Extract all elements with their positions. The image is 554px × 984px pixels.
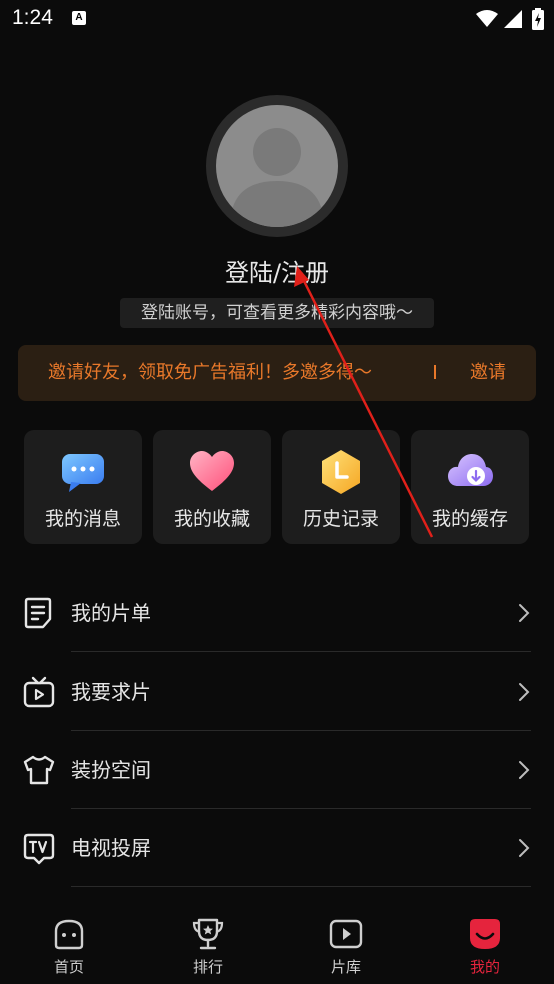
tv-cast-icon bbox=[23, 833, 55, 865]
heart-icon bbox=[190, 451, 234, 491]
menu-item-my-playlist[interactable]: 我的片单 bbox=[0, 574, 554, 652]
menu-label: 我的片单 bbox=[71, 601, 151, 625]
login-subtitle: 登陆账号，可查看更多精彩内容哦～ bbox=[120, 298, 434, 328]
signal-icon bbox=[504, 10, 522, 28]
default-user-icon bbox=[230, 128, 324, 227]
tab-mine[interactable]: 我的 bbox=[435, 906, 535, 984]
status-time: 1:24 bbox=[12, 6, 53, 29]
status-bar: 1:24 A bbox=[0, 0, 554, 38]
chevron-right-icon bbox=[519, 683, 530, 701]
tile-label: 历史记录 bbox=[302, 508, 379, 530]
trophy-icon bbox=[192, 918, 224, 950]
tab-home[interactable]: 首页 bbox=[19, 906, 119, 984]
mine-icon bbox=[470, 919, 500, 949]
menu-label: 我要求片 bbox=[71, 680, 151, 704]
login-register-link[interactable]: 登陆/注册 bbox=[0, 253, 554, 288]
cloud-download-icon bbox=[448, 454, 493, 486]
tile-my-cache[interactable]: 我的缓存 bbox=[411, 430, 529, 544]
menu-label: 装扮空间 bbox=[71, 758, 151, 782]
chevron-right-icon bbox=[519, 761, 530, 779]
menu-item-dress-space[interactable]: 装扮空间 bbox=[0, 731, 554, 809]
bottom-tab-bar: 首页 排行 片库 我的 bbox=[0, 906, 554, 984]
divider bbox=[71, 886, 531, 887]
tile-my-favorites[interactable]: 我的收藏 bbox=[153, 430, 271, 544]
menu-item-tv-cast[interactable]: 电视投屏 bbox=[0, 809, 554, 887]
play-library-icon bbox=[329, 919, 363, 949]
home-icon bbox=[54, 919, 84, 950]
invite-text: 邀请好友，领取免广告福利！多邀多得～ bbox=[48, 362, 372, 383]
tab-label: 我的 bbox=[469, 958, 500, 976]
menu-label: 电视投屏 bbox=[71, 836, 151, 860]
message-icon bbox=[62, 454, 104, 492]
tile-label: 我的缓存 bbox=[431, 508, 508, 530]
avatar[interactable] bbox=[216, 105, 338, 227]
tile-label: 我的消息 bbox=[44, 508, 121, 530]
invite-button[interactable]: 邀请 bbox=[470, 345, 506, 401]
tile-history[interactable]: 历史记录 bbox=[282, 430, 400, 544]
invite-divider bbox=[434, 365, 436, 379]
tab-label: 首页 bbox=[53, 958, 84, 976]
tab-ranking[interactable]: 排行 bbox=[158, 906, 258, 984]
list-doc-icon bbox=[24, 597, 52, 629]
notification-a-icon: A bbox=[72, 11, 86, 25]
history-icon bbox=[322, 450, 360, 494]
shirt-icon bbox=[23, 755, 55, 785]
wifi-icon bbox=[476, 10, 498, 27]
tab-label: 排行 bbox=[192, 958, 223, 976]
invite-banner[interactable]: 邀请好友，领取免广告福利！多邀多得～ 邀请 bbox=[18, 345, 536, 401]
tile-label: 我的收藏 bbox=[173, 508, 250, 530]
divider bbox=[71, 651, 531, 652]
tab-label: 片库 bbox=[330, 958, 361, 976]
chevron-right-icon bbox=[519, 604, 530, 622]
tile-my-messages[interactable]: 我的消息 bbox=[24, 430, 142, 544]
tv-request-icon bbox=[23, 676, 55, 708]
menu-item-request-video[interactable]: 我要求片 bbox=[0, 653, 554, 731]
battery-icon bbox=[532, 8, 544, 30]
tab-library[interactable]: 片库 bbox=[296, 906, 396, 984]
chevron-right-icon bbox=[519, 839, 530, 857]
